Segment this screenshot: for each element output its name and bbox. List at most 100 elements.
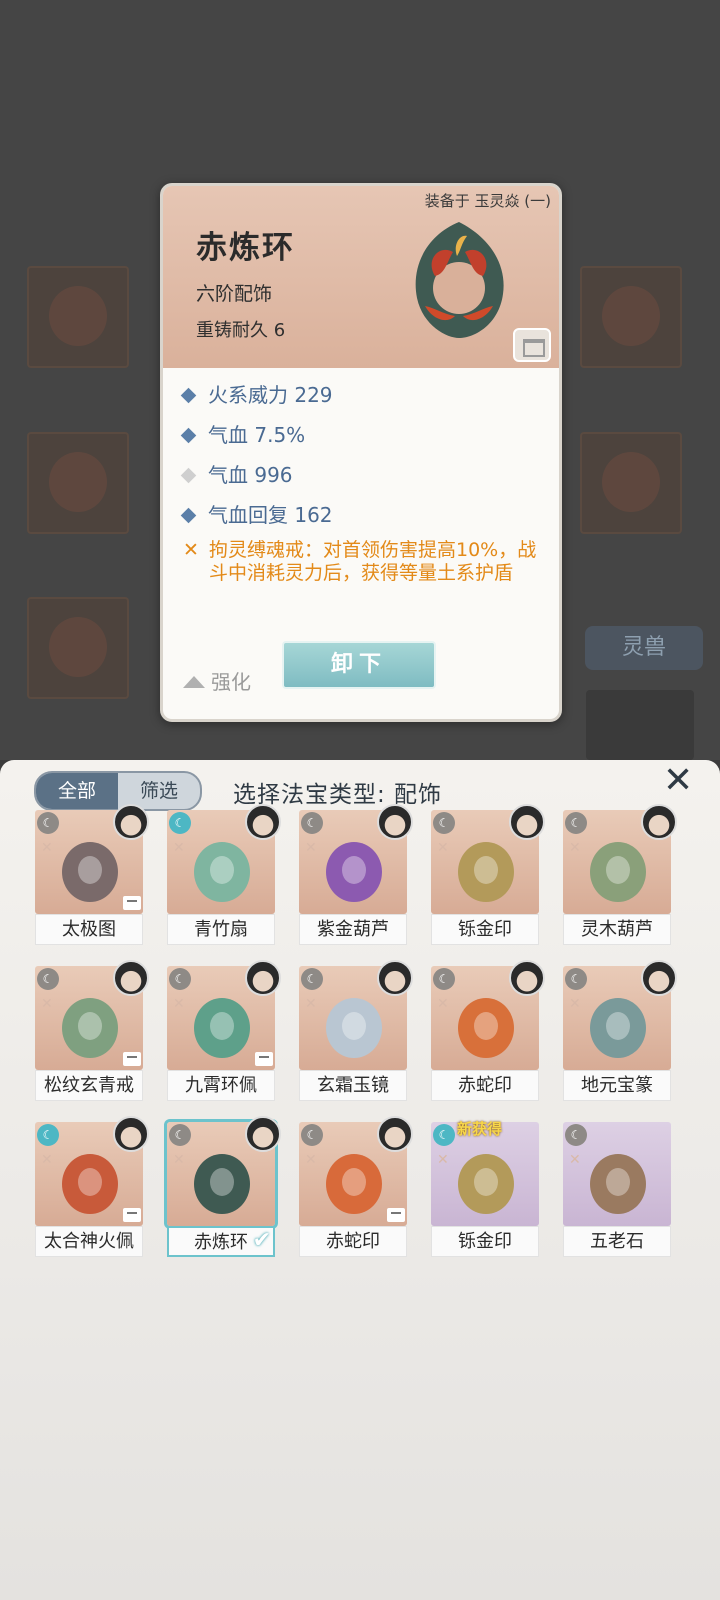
artifact-item[interactable]: ☾ ✕ 青竹扇 [167,804,281,947]
element-icon: ✕ [569,840,581,856]
equipment-slot [586,690,694,760]
artifact-name: 五老石 [563,1226,671,1257]
owner-avatar [377,804,413,840]
item-name: 赤炼环 [196,230,295,266]
artifact-card: ☾ ✕ [35,960,149,1070]
filter-segment: 全部 筛选 [34,771,202,811]
diamond-icon [180,507,197,524]
artifact-name: 赤蛇印 [431,1070,539,1101]
equipped-on-label: 装备于 玉灵焱 (一) [424,192,551,210]
artifact-item[interactable]: ☾ ✕ 赤炼环 ✔ [167,1116,281,1259]
artifact-name: 铄金印 [431,914,539,945]
artifact-art-icon [326,1154,382,1214]
element-icon: ✕ [41,840,53,856]
artifact-item[interactable]: ☾ ✕ 铄金印 [431,804,545,947]
artifact-name: 铄金印 [431,1226,539,1257]
tab-all[interactable]: 全部 [36,773,118,809]
element-icon: ✕ [305,840,317,856]
element-icon: ✕ [305,1152,317,1168]
artifact-item[interactable]: ☾ ✕ 松纹玄青戒 [35,960,149,1103]
artifact-card: ☾ ✕ [431,960,545,1070]
artifact-art-icon [326,998,382,1058]
effect-icon: ✕ [183,539,199,561]
artifact-art-icon [62,1154,118,1214]
owner-avatar [245,804,281,840]
ring-artifact-icon [415,222,504,338]
artifact-item[interactable]: ☾ ✕ 灵木葫芦 [563,804,677,947]
artifact-item[interactable]: ☾ ✕ 太极图 [35,804,149,947]
artifact-name: 太合神火佩 [35,1226,143,1257]
artifact-art-icon [62,842,118,902]
item-grade: 六阶配饰 [196,283,273,305]
artifact-card: ☾ ✕ [35,1116,149,1226]
stat-line: 气血 7.5% [180,419,306,448]
element-icon: ✕ [305,996,317,1012]
artifact-item[interactable]: ☾ ✕ 新获得 铄金印 [431,1120,539,1259]
stat-text: 气血 996 [208,463,293,487]
artifact-art-icon [194,998,250,1058]
artifact-name: 灵木葫芦 [563,914,671,945]
artifact-item[interactable]: ☾ ✕ 紫金葫芦 [299,804,413,947]
spirit-beast-tab: 灵兽 [585,626,703,670]
stat-text: 气血 7.5% [208,423,306,447]
artifact-art-icon [326,842,382,902]
close-icon[interactable]: ✕ [663,760,693,801]
artifact-card: ☾ ✕ [563,1122,671,1226]
artifact-name: 紫金葫芦 [299,914,407,945]
element-icon: ✕ [173,996,185,1012]
artifact-card: ☾ ✕ [563,804,677,914]
artifact-art-icon [194,842,250,902]
owner-avatar [641,804,677,840]
artifact-selection-sheet: 全部 筛选 选择法宝类型: 配饰 ✕ ☾ ✕ 太极图 ☾ ✕ 青竹扇 ☾ ✕ 紫金葫芦 ☾ ✕ 铄金印… [0,760,720,1600]
unequip-button[interactable]: 卸下 [282,641,436,689]
artifact-name: 赤蛇印 [299,1226,407,1257]
artifact-card: ☾ ✕ [299,960,413,1070]
equipment-slot [27,266,129,368]
artifact-item[interactable]: ☾ ✕ 玄霜玉镜 [299,960,413,1103]
effect-text: 拘灵缚魂戒：对首领伤害提高10%，战斗中消耗灵力后，获得等量土系护盾 [209,539,537,584]
equipment-slot [580,432,682,534]
owner-avatar [377,960,413,996]
lock-icon [523,339,545,357]
artifact-item[interactable]: ☾ ✕ 太合神火佩 [35,1116,149,1259]
artifact-card: ☾ ✕ [167,1116,281,1226]
diamond-icon [180,427,197,444]
item-durability: 重铸耐久 6 [196,320,286,341]
element-icon: ✕ [173,840,185,856]
artifact-item[interactable]: ☾ ✕ 地元宝篆 [563,960,677,1103]
artifact-item[interactable]: ☾ ✕ 九霄环佩 [167,960,281,1103]
artifact-name: 九霄环佩 [167,1070,275,1101]
equipment-slot [27,432,129,534]
check-icon: ✔ [252,1228,271,1253]
element-icon: ✕ [569,996,581,1012]
element-icon: ✕ [437,996,449,1012]
stat-text: 火系威力 229 [208,383,333,407]
element-icon: ✕ [41,1152,53,1168]
element-icon: ✕ [173,1152,185,1168]
artifact-name: 青竹扇 [167,914,275,945]
artifact-card: ☾ ✕ [167,960,281,1070]
owner-avatar [641,960,677,996]
diamond-icon [180,467,197,484]
owner-avatar [245,1116,281,1152]
artifact-item[interactable]: ☾ ✕ 五老石 [563,1122,671,1259]
artifact-item[interactable]: ☾ ✕ 赤蛇印 [431,960,545,1103]
special-effect: ✕ 拘灵缚魂戒：对首领伤害提高10%，战斗中消耗灵力后，获得等量土系护盾 [183,539,543,584]
artifact-art-icon [590,1154,646,1214]
artifact-card: ☾ ✕ [563,960,677,1070]
upgrade-label: 强化 [211,670,251,694]
artifact-art-icon [194,1154,250,1214]
artifact-name: 太极图 [35,914,143,945]
artifact-name: 松纹玄青戒 [35,1070,143,1101]
diamond-icon [180,387,197,404]
lock-icon [255,1052,273,1066]
artifact-card: ☾ ✕ [299,1116,413,1226]
owner-avatar [113,1116,149,1152]
upgrade-button[interactable]: 强化 [183,666,251,695]
owner-avatar [245,960,281,996]
artifact-item[interactable]: ☾ ✕ 赤蛇印 [299,1116,413,1259]
stat-text: 气血回复 162 [208,503,333,527]
artifact-name: 地元宝篆 [563,1070,671,1101]
lock-button[interactable] [513,328,551,362]
artifact-card: ☾ ✕ [167,804,281,914]
